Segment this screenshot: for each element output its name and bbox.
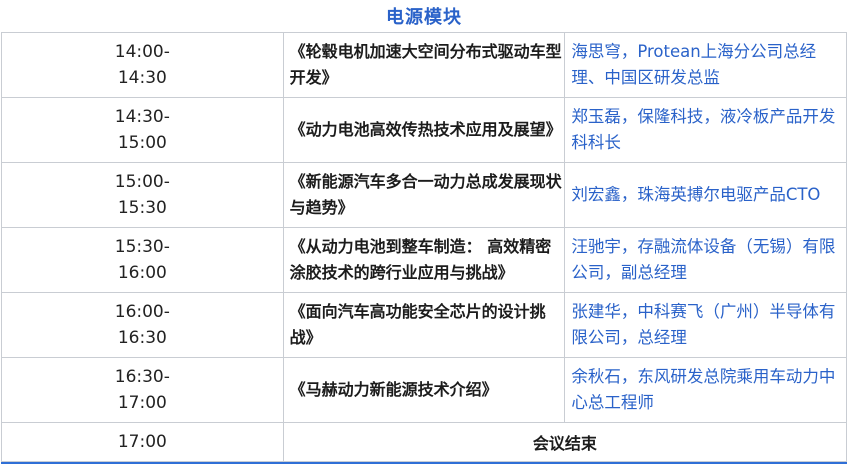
speaker-cell: 余秋石，东风研发总院乘用车动力中心总工程师: [564, 357, 847, 423]
table-row: 15:00- 15:30 《新能源汽车多合一动力总成发展现状与趋势》 刘宏鑫，珠…: [1, 162, 847, 228]
time-start: 16:00-: [114, 302, 170, 322]
topic-cell: 《面向汽车高功能安全芯片的设计挑战》: [282, 292, 566, 358]
time-end: 16:30: [117, 328, 167, 348]
time-cell: 14:00- 14:30: [1, 32, 284, 98]
time-cell: 14:30- 15:00: [1, 97, 284, 163]
time-start: 14:30-: [114, 107, 170, 127]
closing-row: 17:00 会议结束: [1, 422, 848, 462]
time-cell: 16:00- 16:30: [1, 292, 284, 358]
table-row: 14:00- 14:30 《轮毂电机加速大空间分布式驱动车型开发》 海思穹，Pr…: [1, 32, 847, 98]
agenda-table: 电源模块 14:00- 14:30 《轮毂电机加速大空间分布式驱动车型开发》 海…: [1, 0, 848, 462]
closing-label: 会议结束: [282, 422, 848, 462]
speaker-cell: 张建华，中科赛飞（广州）半导体有限公司，总经理: [564, 292, 847, 358]
topic-cell: 《动力电池高效传热技术应用及展望》: [282, 97, 566, 163]
time-cell: 16:30- 17:00: [1, 357, 284, 423]
table-row: 16:00- 16:30 《面向汽车高功能安全芯片的设计挑战》 张建华，中科赛飞…: [1, 292, 847, 358]
time-end: 14:30: [117, 68, 167, 88]
topic-cell: 《轮毂电机加速大空间分布式驱动车型开发》: [282, 32, 566, 98]
topic-cell: 《马赫动力新能源技术介绍》: [282, 357, 566, 423]
time-cell: 15:00- 15:30: [1, 162, 284, 228]
time-start: 15:00-: [114, 172, 170, 192]
topic-cell: 《从动力电池到整车制造： 高效精密涂胶技术的跨行业应用与挑战》: [282, 227, 566, 293]
module-title: 电源模块: [1, 0, 847, 33]
speaker-cell: 海思穹，Protean上海分公司总经理、中国区研发总监: [564, 32, 847, 98]
speaker-cell: 汪驰宇，存融流体设备（无锡）有限公司，副总经理: [564, 227, 847, 293]
table-row: 16:30- 17:00 《马赫动力新能源技术介绍》 余秋石，东风研发总院乘用车…: [1, 357, 847, 423]
closing-time: 17:00: [1, 422, 284, 462]
time-end: 17:00: [117, 393, 167, 413]
table-row: 14:30- 15:00 《动力电池高效传热技术应用及展望》 郑玉磊，保隆科技，…: [1, 97, 847, 163]
time-start: 16:30-: [114, 367, 170, 387]
speaker-cell: 刘宏鑫，珠海英搏尔电驱产品CTO: [564, 162, 847, 228]
table-row: 15:30- 16:00 《从动力电池到整车制造： 高效精密涂胶技术的跨行业应用…: [1, 227, 847, 293]
header-row: 电源模块: [1, 0, 847, 33]
time-end: 15:30: [117, 198, 167, 218]
time-cell: 15:30- 16:00: [1, 227, 284, 293]
speaker-cell: 郑玉磊，保隆科技，液冷板产品开发科科长: [564, 97, 847, 163]
time-end: 16:00: [117, 263, 167, 283]
time-start: 15:30-: [114, 237, 170, 257]
topic-cell: 《新能源汽车多合一动力总成发展现状与趋势》: [282, 162, 566, 228]
time-start: 14:00-: [114, 42, 170, 62]
time-end: 15:00: [117, 133, 167, 153]
